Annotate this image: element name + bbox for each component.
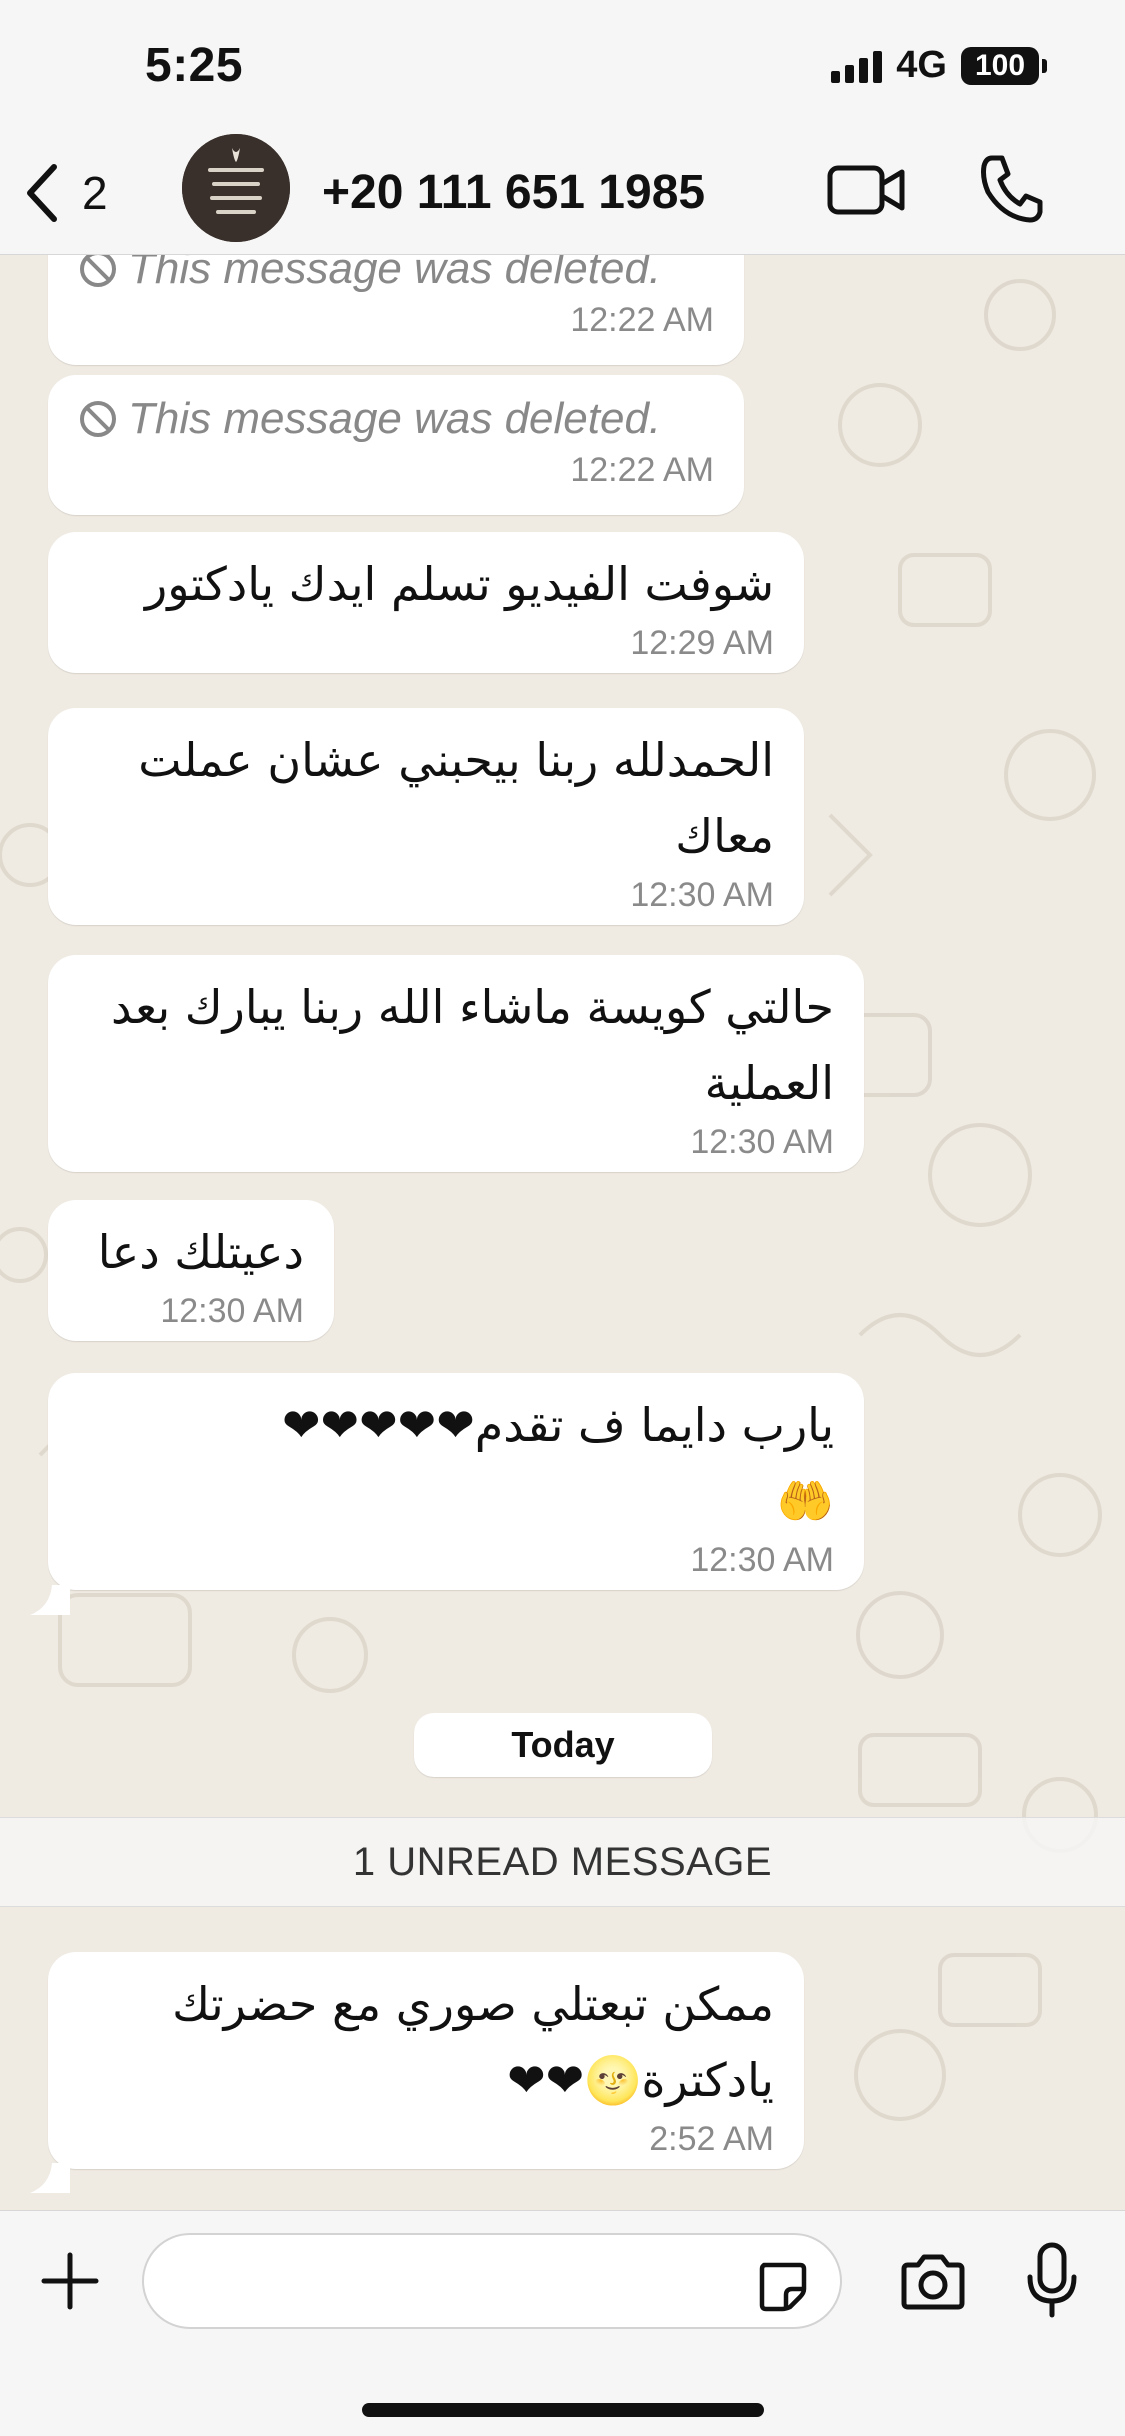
message-bubble[interactable]: الحمدلله ربنا بيحبني عشان عملت معاك 12:3… <box>48 708 804 925</box>
sticker-icon <box>759 2262 807 2312</box>
blocked-icon <box>80 255 116 287</box>
message-time: 12:30 AM <box>630 876 774 914</box>
raised-hands-emoji: 🤲 <box>776 1474 834 1528</box>
message-composer <box>0 2210 1125 2436</box>
contact-avatar[interactable] <box>182 134 290 242</box>
avatar-image <box>182 134 290 242</box>
camera-icon <box>901 2254 965 2310</box>
message-text: شوفت الفيديو تسلم ايدك يادكتور <box>145 557 774 611</box>
message-text: يارب دايما ف تقدم❤❤❤❤❤ 🤲 <box>78 1387 834 1539</box>
deleted-message-text: This message was deleted. <box>78 255 714 299</box>
deleted-message-text: This message was deleted. <box>78 389 714 449</box>
message-text: الحمدلله ربنا بيحبني عشان عملت معاك <box>138 733 774 863</box>
message-text-line: يارب دايما ف تقدم❤❤❤❤❤ <box>282 1398 834 1452</box>
contact-name[interactable]: +20 111 651 1985 <box>322 158 705 228</box>
message-time: 12:30 AM <box>690 1123 834 1161</box>
message-time: 12:30 AM <box>160 1292 304 1330</box>
message-bubble-deleted[interactable]: This message was deleted. 12:22 AM <box>48 255 744 365</box>
plus-icon <box>41 2252 99 2310</box>
message-text: This message was deleted. <box>128 255 662 293</box>
message-text: ممكن تبعتلي صوري مع حضرتك يادكترة🌝❤❤ <box>172 1977 774 2107</box>
back-button[interactable]: 2 <box>20 158 108 228</box>
unread-chats-count: 2 <box>82 167 108 219</box>
message-time: 12:22 AM <box>570 451 714 489</box>
video-camera-icon <box>827 165 905 215</box>
message-time: 2:52 AM <box>649 2120 774 2158</box>
date-separator: Today <box>414 1713 712 1777</box>
battery-icon: 100 <box>961 46 1047 85</box>
signal-strength-icon <box>831 49 883 83</box>
battery-level: 100 <box>961 46 1039 85</box>
message-text: This message was deleted. <box>128 394 662 443</box>
attach-button[interactable] <box>38 2249 102 2318</box>
chevron-left-icon <box>27 164 57 222</box>
video-call-button[interactable] <box>826 154 908 229</box>
unread-messages-banner: 1 UNREAD MESSAGE <box>0 1817 1125 1907</box>
message-input-container[interactable] <box>142 2233 842 2329</box>
chat-header: 2 +20 111 651 1985 <box>0 130 1125 255</box>
sticker-button[interactable] <box>754 2257 810 2318</box>
message-bubble[interactable]: ممكن تبعتلي صوري مع حضرتك يادكترة🌝❤❤ 2:5… <box>48 1952 804 2169</box>
message-text: حالتي كويسة ماشاء الله ربنا يبارك بعد ال… <box>111 980 834 1110</box>
message-time: 12:22 AM <box>570 301 714 339</box>
microphone-icon <box>1027 2242 1077 2318</box>
message-bubble[interactable]: دعيتلك دعا 12:30 AM <box>48 1200 334 1341</box>
chat-area[interactable]: This message was deleted. 12:22 AM This … <box>0 255 1125 2210</box>
message-bubble-deleted[interactable]: This message was deleted. 12:22 AM <box>48 375 744 515</box>
message-time: 12:29 AM <box>630 624 774 662</box>
blocked-icon <box>80 401 116 437</box>
message-bubble[interactable]: شوفت الفيديو تسلم ايدك يادكتور 12:29 AM <box>48 532 804 673</box>
voice-call-button[interactable] <box>978 152 1044 231</box>
message-bubble[interactable]: حالتي كويسة ماشاء الله ربنا يبارك بعد ال… <box>48 955 864 1172</box>
phone-icon <box>981 155 1043 223</box>
bubble-tail <box>30 1585 70 1615</box>
message-input[interactable] <box>174 2235 754 2327</box>
bubble-tail <box>30 2163 70 2193</box>
network-type: 4G <box>896 44 947 86</box>
status-time: 5:25 <box>145 39 244 92</box>
home-indicator <box>362 2403 764 2417</box>
message-time: 12:30 AM <box>690 1541 834 1579</box>
message-text: دعيتلك دعا <box>97 1225 304 1279</box>
status-bar: 5:25 4G 100 <box>0 0 1125 130</box>
status-indicators: 4G 100 <box>831 44 1047 87</box>
message-bubble[interactable]: يارب دايما ف تقدم❤❤❤❤❤ 🤲 12:30 AM <box>48 1373 864 1590</box>
voice-message-button[interactable] <box>1024 2241 1080 2326</box>
camera-button[interactable] <box>898 2253 968 2316</box>
